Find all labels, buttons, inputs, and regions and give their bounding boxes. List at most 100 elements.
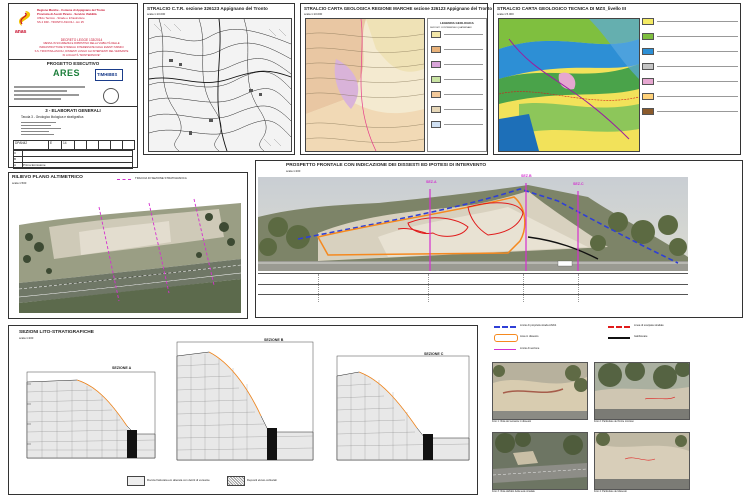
legend-text-line bbox=[657, 65, 738, 68]
company-logo-ares: ARES bbox=[53, 68, 81, 78]
legend-item: Limite di proprietà strada ANAS bbox=[520, 324, 557, 327]
map-mzs-scale: scala 1:5.000 bbox=[497, 12, 514, 16]
sections-scale: scala 1:200 bbox=[19, 336, 34, 340]
map-ctr-panel: STRALCIO C.T.R. sezione 326123 Appignano… bbox=[143, 3, 295, 155]
legend-row bbox=[431, 46, 483, 53]
legend-text-line bbox=[444, 33, 483, 36]
agency-line: SS 4 DIR - TRONTO ASCOLI - km 25 bbox=[37, 20, 84, 24]
legend-text-line bbox=[657, 50, 738, 53]
survey-scale: scala 1:500 bbox=[12, 181, 27, 185]
legend-row bbox=[642, 93, 738, 100]
section-c: SEZIONE C bbox=[329, 350, 473, 464]
legend-text-line bbox=[444, 108, 483, 111]
legend-swatch bbox=[642, 48, 654, 55]
legend-swatches bbox=[431, 31, 483, 128]
legend-text-line bbox=[444, 78, 483, 81]
section-b: SEZIONE B bbox=[169, 336, 319, 464]
legend-text-line bbox=[444, 123, 483, 126]
legend-swatch bbox=[431, 91, 441, 98]
legend-swatch bbox=[642, 63, 654, 70]
photo-3 bbox=[492, 432, 588, 490]
photo-4 bbox=[594, 432, 690, 490]
section-a: SEZIONE A bbox=[17, 364, 159, 464]
section-tag-c: SEZ.C bbox=[573, 182, 584, 186]
legend-row bbox=[431, 76, 483, 83]
legend-line-magenta bbox=[494, 349, 516, 350]
legend-swatch bbox=[431, 106, 441, 113]
front-view-ground bbox=[258, 273, 688, 302]
section-footnote-right: Depositi eluvio-colluviali bbox=[247, 478, 277, 482]
photo-1 bbox=[492, 362, 588, 420]
legend-row bbox=[642, 48, 738, 55]
map-ctr-image bbox=[148, 18, 292, 152]
section-tag-b: SEZ.B bbox=[521, 174, 532, 178]
front-view-title: PROSPETTO FRONTALE CON INDICAZIONE DEI D… bbox=[286, 163, 487, 168]
legend-text-line bbox=[657, 95, 738, 98]
map-ctr-scale: scala 1:10.000 bbox=[147, 12, 166, 16]
map-geo-panel: STRALCIO CARTA GEOLOGICA REGIONE MARCHE … bbox=[300, 3, 492, 155]
code-cell bbox=[123, 141, 134, 149]
legend-swatch-orange bbox=[494, 334, 518, 342]
legend-text-line bbox=[657, 35, 738, 38]
section-footnote-left-swatch bbox=[127, 476, 145, 486]
divider bbox=[9, 59, 137, 60]
legend-text-line bbox=[657, 110, 738, 113]
legend-item: Limite di sezione bbox=[520, 347, 540, 350]
section-footnote-right-swatch bbox=[227, 476, 245, 486]
legend-item: Linea di scarpata stradale bbox=[634, 324, 664, 327]
section-subtitle: Tavola 3 - Geologico litologica e strati… bbox=[21, 115, 84, 119]
map-mzs-panel: STRALCIO CARTA GEOLOGICO TECNICA DI MZS_… bbox=[493, 3, 741, 155]
map-ctr-title: STRALCIO C.T.R. sezione 326123 Appignano… bbox=[147, 6, 268, 11]
sections-panel: SEZIONI LITO-STRATIGRAFICHE scala 1:200 … bbox=[8, 325, 478, 495]
legend-text-line bbox=[657, 20, 738, 23]
revision-table: C B A Prima Emissione bbox=[13, 150, 133, 169]
title-block: anas Regione Marche - Comune di Appignan… bbox=[8, 3, 138, 169]
legend-item: Gabbionate bbox=[634, 335, 648, 338]
front-view-scale: scala 1:200 bbox=[286, 169, 301, 173]
survey-legend-line bbox=[117, 179, 131, 180]
code-cell: E bbox=[49, 141, 62, 149]
legend-line-blue bbox=[494, 326, 516, 328]
legend-item: Area in dissesto bbox=[520, 335, 539, 338]
code-cell: DPAN42 bbox=[14, 141, 49, 149]
legend-row bbox=[642, 78, 738, 85]
legend-swatch bbox=[431, 61, 441, 68]
code-table: DPAN42 E 14 bbox=[13, 140, 135, 150]
map-geo-legend: LEGENDA GEOLOGICA DEPOSITI CONTINENTALI … bbox=[427, 18, 487, 152]
legend-row bbox=[431, 106, 483, 113]
photos-grid: Foto 1: Vista del versante in dissesto F… bbox=[490, 362, 742, 496]
legend-subtitle: DEPOSITI CONTINENTALI QUATERNARI bbox=[430, 27, 472, 29]
photo-2 bbox=[594, 362, 690, 420]
company-logo-timhibbs: TIMHIBBS bbox=[95, 69, 123, 81]
photo-1-caption: Foto 1: Vista del versante in dissesto bbox=[492, 420, 532, 423]
legend-swatch bbox=[431, 31, 441, 38]
legend-swatch bbox=[431, 121, 441, 128]
legend-swatch bbox=[642, 78, 654, 85]
signature-stamp bbox=[103, 88, 119, 104]
map-geo-image bbox=[305, 18, 425, 152]
legend-swatch bbox=[642, 108, 654, 115]
map-geo-title: STRALCIO CARTA GEOLOGICA REGIONE MARCHE … bbox=[304, 6, 492, 11]
legend-text-line bbox=[444, 48, 483, 51]
code-cell bbox=[75, 141, 87, 149]
legend-line-red bbox=[608, 326, 630, 328]
legend-row bbox=[642, 108, 738, 115]
section-tag-a: SEZ.A bbox=[426, 180, 437, 184]
section-list bbox=[21, 120, 71, 137]
code-cell bbox=[111, 141, 123, 149]
survey-title: RILIEVO PLANO ALTIMETRICO bbox=[12, 175, 83, 180]
code-cell: 14 bbox=[62, 141, 75, 149]
legend-row bbox=[431, 61, 483, 68]
legend-swatch bbox=[642, 93, 654, 100]
legend-swatch bbox=[431, 46, 441, 53]
legend-text-line bbox=[657, 80, 738, 83]
legend-row bbox=[642, 18, 738, 25]
legend-title: LEGENDA GEOLOGICA bbox=[440, 21, 474, 25]
map-mzs-image bbox=[498, 18, 640, 152]
map-mzs-legend bbox=[642, 18, 738, 150]
project-line: IN LOCALITÀ "MONTEDINOVE" bbox=[62, 53, 101, 57]
code-cell bbox=[87, 141, 99, 149]
legend-swatch bbox=[642, 18, 654, 25]
phase-label: PROGETTO ESECUTIVO bbox=[46, 61, 100, 66]
front-legend: Limite di proprietà strada ANAS Linea di… bbox=[490, 322, 740, 358]
